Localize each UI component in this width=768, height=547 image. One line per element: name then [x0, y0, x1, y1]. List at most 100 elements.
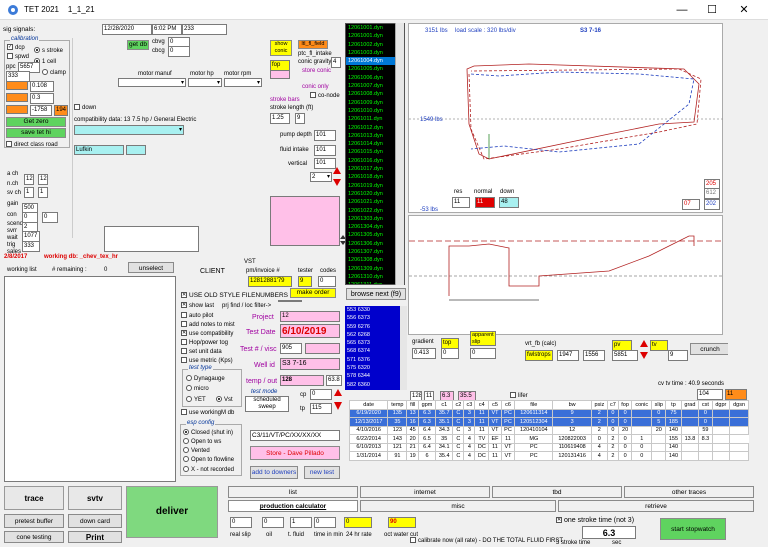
codes-field[interactable]: 0 [318, 276, 336, 287]
start-stopwatch-button[interactable]: start stopwatch [660, 518, 726, 540]
config-field[interactable]: C3/11/VT/PC/XX/XX/XX [250, 430, 340, 441]
use-metric-checkbox[interactable]: use metric (Kps) [181, 357, 233, 365]
table-row[interactable]: 12/13/2017 35 16 6.3 35.1 C 3 11 VT PC 120512304 3 2… [348, 417, 749, 427]
motor-rpm-select[interactable]: ▾ [224, 78, 262, 87]
lufkin-field[interactable]: Lufkin [74, 145, 124, 155]
not-recorded-dot[interactable] [183, 466, 189, 473]
crunch-button[interactable]: crunch [690, 343, 730, 355]
add-notes-check[interactable] [181, 321, 187, 328]
table-header-cell[interactable]: gpm [417, 400, 437, 410]
motor-hp-select[interactable]: ▾ [188, 78, 222, 87]
trace-button[interactable]: trace [4, 486, 64, 510]
table-header-cell[interactable]: conic [631, 400, 653, 410]
hopper-checkbox[interactable]: Hop/power tog [181, 339, 228, 347]
table-header-cell[interactable]: bw [552, 400, 592, 410]
unselect-button[interactable]: unselect [128, 262, 174, 273]
closed-dot[interactable] [183, 429, 189, 436]
table-header-cell[interactable]: c1 [435, 400, 454, 410]
pc-time[interactable]: 0 [314, 517, 336, 528]
set-unit-checkbox[interactable]: set unit data [181, 348, 222, 356]
minimize-button[interactable]: — [668, 2, 696, 18]
table-header-cell[interactable]: date [348, 400, 389, 410]
c3-field[interactable]: 0 [42, 212, 58, 223]
close-button[interactable]: ✕ [730, 2, 758, 18]
r1-field[interactable]: 0.108 [30, 81, 54, 92]
show-last-checkbox[interactable]: ✕ show last [181, 302, 214, 310]
c6-field[interactable]: 333 [22, 241, 40, 252]
direct-class-road-check[interactable] [6, 141, 12, 148]
pump-depth-field[interactable]: 101 [314, 130, 336, 141]
invoice-field[interactable]: 12812881'79 [248, 276, 292, 287]
table-header-cell[interactable]: fop [617, 400, 633, 410]
value-list-item[interactable]: 575 6320 [345, 364, 406, 372]
table-header-cell[interactable]: temp [387, 400, 408, 410]
store-button[interactable]: Store - Dave Pillado [250, 446, 340, 460]
tab-internet[interactable]: internet [360, 486, 490, 498]
new-test-button[interactable]: new test [304, 466, 340, 479]
table-header-cell[interactable]: slip [651, 400, 667, 410]
fb2-field[interactable]: 1556 [583, 350, 605, 361]
value-list-scrollbar[interactable] [400, 306, 407, 390]
table-header-cell[interactable]: grad [680, 400, 700, 410]
pc-rate[interactable]: 0 [344, 517, 372, 528]
vst-radio[interactable]: Vst [216, 396, 233, 404]
clamp-dot[interactable] [42, 69, 48, 76]
table-header-cell[interactable]: c7 [606, 400, 619, 410]
tab-retrieve[interactable]: retrieve [558, 500, 754, 512]
compat-select[interactable]: ▾ [74, 125, 184, 135]
lifer-checkbox[interactable]: lifer [510, 392, 528, 400]
spin-updown-icon[interactable] [333, 167, 341, 187]
micro-radio[interactable]: micro [186, 385, 209, 393]
gradient-field[interactable]: 0.413 [412, 348, 436, 359]
micro-dot[interactable] [186, 385, 192, 392]
test-date-field[interactable]: 6/10/2019 [280, 324, 340, 338]
r3-field[interactable]: -1758 [30, 105, 52, 116]
s-stroke-dot[interactable] [34, 47, 40, 54]
lifer-check[interactable] [510, 392, 516, 399]
table-header-cell[interactable]: tp [665, 400, 682, 410]
spwd-checkbox[interactable]: spwd [7, 53, 29, 61]
yet-dot[interactable] [186, 396, 192, 403]
table-header-cell[interactable]: c2 [452, 400, 465, 410]
stroke-time-field[interactable]: 6.3 [582, 526, 636, 539]
deliver-button[interactable]: deliver [126, 486, 218, 538]
tp-field[interactable]: 115 [310, 403, 332, 414]
table-header-cell[interactable]: psiz [590, 400, 608, 410]
use-working-checkbox[interactable]: use workingM db [181, 409, 234, 417]
notes-area[interactable] [104, 226, 199, 252]
ltl-field-button[interactable]: ltl_fl_field [298, 40, 328, 49]
pc-water-cut[interactable]: 90 [388, 517, 416, 528]
tab-list[interactable]: list [228, 486, 358, 498]
co-node-check[interactable] [310, 92, 316, 99]
tv-field[interactable]: 9 [668, 350, 688, 361]
history-table[interactable]: date temp fill gpm c1 c2 c3 c4 c5 c6 file bw psiz c7 f… [348, 400, 749, 461]
box1-field[interactable]: 104 [697, 389, 723, 400]
table-header-cell[interactable]: c3 [463, 400, 476, 410]
n3-field[interactable]: 1 [24, 187, 34, 198]
tab-misc[interactable]: misc [360, 500, 556, 512]
print-button[interactable]: Print [68, 531, 122, 543]
res-field[interactable]: 11 [452, 197, 470, 208]
vented-dot[interactable] [183, 447, 189, 454]
down-card-button[interactable]: down card [68, 514, 122, 528]
slip-field[interactable]: 0 [470, 348, 496, 359]
test-mode-box[interactable]: scheduled sweep [245, 396, 289, 412]
use-compat-check[interactable]: ✕ [181, 330, 187, 337]
table-header-cell[interactable]: cst [698, 400, 713, 410]
tab-production-calculator[interactable]: production calculator [228, 500, 358, 512]
test-visc-field[interactable]: 905 [280, 343, 302, 354]
table-header-cell[interactable]: fill [406, 400, 419, 410]
table-row[interactable]: 6/19/2020 135 13 6.3 35.7 C 3 11 VT PC 120611314 9 2… [348, 408, 749, 418]
pv-updown-icon[interactable] [640, 340, 648, 360]
pv-field[interactable]: 5851 [612, 350, 638, 361]
file-list-scrollbar[interactable] [395, 23, 404, 285]
table-header-cell[interactable]: c4 [474, 400, 490, 410]
use-compat-checkbox[interactable]: ✕ use compatibility [181, 330, 233, 338]
visc-field[interactable] [305, 343, 340, 354]
open-ws-radio[interactable]: Open to ws [183, 438, 221, 446]
get-zero-button[interactable]: Get zero [6, 117, 66, 127]
vst-dot[interactable] [216, 396, 222, 403]
add-notes-checkbox[interactable]: add notes to mist [181, 321, 235, 329]
conic-gravity-field[interactable]: 4 [331, 57, 341, 68]
spin-field[interactable]: 2 ▾ [310, 172, 332, 182]
